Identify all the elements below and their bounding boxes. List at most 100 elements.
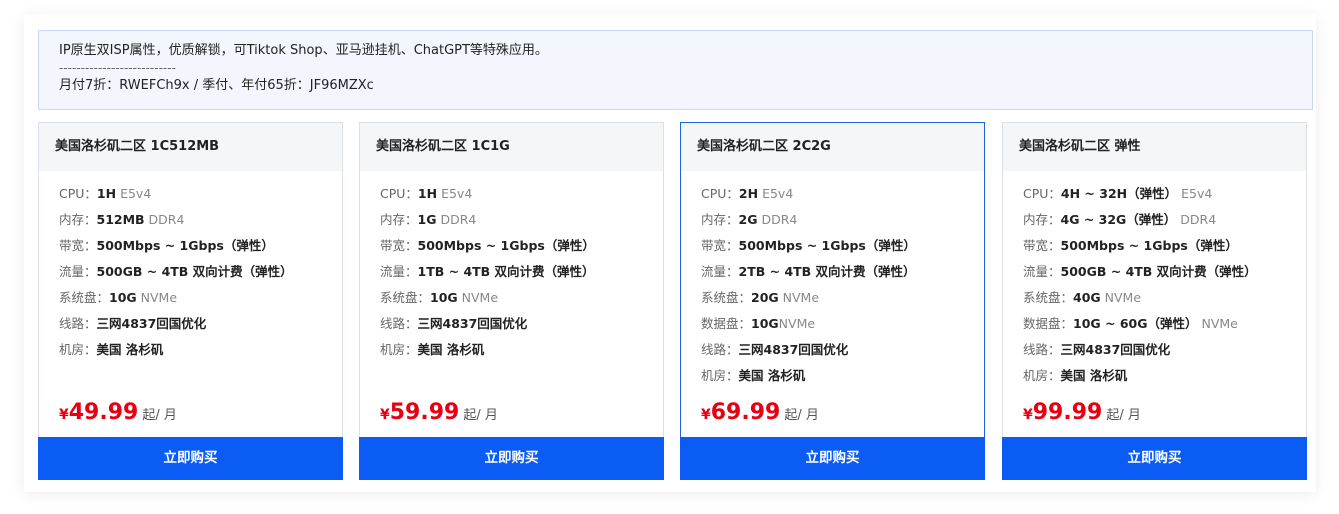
plan-price: ¥69.99 起/ 月 bbox=[701, 400, 819, 425]
spec-list: CPU：1H E5v4 内存：1G DDR4 带宽：500Mbps ~ 1Gbps（… bbox=[360, 171, 663, 363]
spec-value: 4G ~ 32G（弹性） bbox=[1060, 212, 1177, 227]
spec-row: 内存：512MB DDR4 bbox=[59, 207, 322, 233]
plan-title: 美国洛杉矶二区 1C1G bbox=[360, 123, 663, 171]
spec-key: 带宽： bbox=[1023, 238, 1061, 253]
spec-key: CPU： bbox=[380, 186, 418, 201]
spec-row: 线路：三网4837回国优化 bbox=[380, 311, 643, 337]
spec-value: 美国 洛杉矶 bbox=[417, 342, 485, 357]
currency-symbol: ¥ bbox=[701, 407, 711, 423]
spec-key: 机房： bbox=[1023, 368, 1061, 383]
buy-now-button[interactable]: 立即购买 bbox=[359, 437, 664, 480]
spec-row: CPU：2H E5v4 bbox=[701, 181, 964, 207]
spec-row: 带宽：500Mbps ~ 1Gbps（弹性） bbox=[1023, 233, 1286, 259]
spec-row: 机房：美国 洛杉矶 bbox=[1023, 363, 1286, 389]
spec-key: 机房： bbox=[59, 342, 97, 357]
spec-row: 系统盘：10G NVMe bbox=[59, 285, 322, 311]
spec-key: CPU： bbox=[701, 186, 739, 201]
spec-value: 1H bbox=[417, 186, 438, 201]
buy-now-button[interactable]: 立即购买 bbox=[680, 437, 985, 480]
plan-price: ¥59.99 起/ 月 bbox=[380, 400, 498, 425]
spec-value: 10G bbox=[430, 290, 458, 305]
plan-card: 美国洛杉矶二区 1C1G CPU：1H E5v4 内存：1G DDR4 带宽：500M… bbox=[359, 122, 664, 480]
spec-row: 线路：三网4837回国优化 bbox=[701, 337, 964, 363]
spec-key: 机房： bbox=[380, 342, 418, 357]
spec-value: 2G bbox=[738, 212, 758, 227]
spec-row: 流量：500GB ~ 4TB 双向计费（弹性） bbox=[1023, 259, 1286, 285]
spec-key: 流量： bbox=[380, 264, 418, 279]
spec-value: 三网4837回国优化 bbox=[1060, 342, 1171, 357]
spec-suffix: DDR4 bbox=[757, 212, 798, 227]
spec-key: 数据盘： bbox=[1023, 316, 1074, 331]
plan-price: ¥49.99 起/ 月 bbox=[59, 400, 177, 425]
spec-value: 500Mbps ~ 1Gbps（弹性） bbox=[96, 238, 274, 253]
price-amount: 69.99 bbox=[710, 400, 781, 425]
currency-symbol: ¥ bbox=[1023, 407, 1033, 423]
spec-suffix: E5v4 bbox=[1177, 186, 1213, 201]
spec-row: 内存：4G ~ 32G（弹性） DDR4 bbox=[1023, 207, 1286, 233]
spec-row: CPU：1H E5v4 bbox=[380, 181, 643, 207]
price-unit: 起/ 月 bbox=[784, 408, 819, 423]
plan-title: 美国洛杉矶二区 1C512MB bbox=[39, 123, 342, 171]
spec-value: 4H ~ 32H（弹性） bbox=[1060, 186, 1178, 201]
spec-suffix: E5v4 bbox=[437, 186, 473, 201]
plan-price: ¥99.99 起/ 月 bbox=[1023, 400, 1141, 425]
spec-row: 流量：500GB ~ 4TB 双向计费（弹性） bbox=[59, 259, 322, 285]
spec-list: CPU：4H ~ 32H（弹性） E5v4 内存：4G ~ 32G（弹性） DDR… bbox=[1003, 171, 1306, 389]
plan-cards: 美国洛杉矶二区 1C512MB CPU：1H E5v4 内存：512MB DDR4 带… bbox=[38, 122, 1313, 480]
promo-notice: IP原生双ISP属性，优质解锁，可Tiktok Shop、亚马逊挂机、ChatG… bbox=[38, 30, 1313, 110]
spec-row: 线路：三网4837回国优化 bbox=[1023, 337, 1286, 363]
price-unit: 起/ 月 bbox=[463, 408, 498, 423]
spec-suffix: DDR4 bbox=[144, 212, 185, 227]
spec-key: 带宽： bbox=[59, 238, 97, 253]
spec-suffix: DDR4 bbox=[436, 212, 477, 227]
plan-title: 美国洛杉矶二区 弹性 bbox=[1003, 123, 1306, 171]
spec-value: 500Mbps ~ 1Gbps（弹性） bbox=[417, 238, 595, 253]
plan-card: 美国洛杉矶二区 2C2G CPU：2H E5v4 内存：2G DDR4 带宽：500M… bbox=[680, 122, 985, 480]
spec-row: CPU：1H E5v4 bbox=[59, 181, 322, 207]
spec-suffix: NVMe bbox=[778, 316, 816, 331]
buy-now-button[interactable]: 立即购买 bbox=[1002, 437, 1307, 480]
spec-value: 1H bbox=[96, 186, 117, 201]
spec-value: 美国 洛杉矶 bbox=[96, 342, 164, 357]
spec-row: 带宽：500Mbps ~ 1Gbps（弹性） bbox=[701, 233, 964, 259]
spec-value: 2TB ~ 4TB 双向计费（弹性） bbox=[738, 264, 916, 279]
spec-value: 三网4837回国优化 bbox=[96, 316, 207, 331]
spec-row: 线路：三网4837回国优化 bbox=[59, 311, 322, 337]
price-amount: 99.99 bbox=[1032, 400, 1103, 425]
spec-row: 流量：2TB ~ 4TB 双向计费（弹性） bbox=[701, 259, 964, 285]
spec-value: 500Mbps ~ 1Gbps（弹性） bbox=[738, 238, 916, 253]
currency-symbol: ¥ bbox=[380, 407, 390, 423]
spec-row: 系统盘：40G NVMe bbox=[1023, 285, 1286, 311]
spec-key: 机房： bbox=[701, 368, 739, 383]
spec-key: 线路： bbox=[380, 316, 418, 331]
spec-key: 内存： bbox=[380, 212, 418, 227]
spec-row: 数据盘：10GNVMe bbox=[701, 311, 964, 337]
spec-key: 内存： bbox=[59, 212, 97, 227]
spec-row: 机房：美国 洛杉矶 bbox=[380, 337, 643, 363]
spec-value: 10G bbox=[751, 316, 779, 331]
spec-row: 流量：1TB ~ 4TB 双向计费（弹性） bbox=[380, 259, 643, 285]
plan-card: 美国洛杉矶二区 弹性 CPU：4H ~ 32H（弹性） E5v4 内存：4G ~ 3… bbox=[1002, 122, 1307, 480]
buy-now-button[interactable]: 立即购买 bbox=[38, 437, 343, 480]
currency-symbol: ¥ bbox=[59, 407, 69, 423]
spec-value: 三网4837回国优化 bbox=[417, 316, 528, 331]
spec-row: 机房：美国 洛杉矶 bbox=[59, 337, 322, 363]
spec-suffix: NVMe bbox=[778, 290, 820, 305]
plan-card: 美国洛杉矶二区 1C512MB CPU：1H E5v4 内存：512MB DDR4 带… bbox=[38, 122, 343, 480]
spec-key: 流量： bbox=[59, 264, 97, 279]
spec-row: 内存：1G DDR4 bbox=[380, 207, 643, 233]
spec-value: 1G bbox=[417, 212, 437, 227]
price-amount: 59.99 bbox=[389, 400, 460, 425]
pricing-panel: IP原生双ISP属性，优质解锁，可Tiktok Shop、亚马逊挂机、ChatG… bbox=[24, 14, 1316, 492]
spec-row: 机房：美国 洛杉矶 bbox=[701, 363, 964, 389]
spec-key: 带宽： bbox=[701, 238, 739, 253]
spec-key: 数据盘： bbox=[701, 316, 752, 331]
spec-value: 40G bbox=[1073, 290, 1101, 305]
plan-title: 美国洛杉矶二区 2C2G bbox=[681, 123, 984, 171]
spec-row: 带宽：500Mbps ~ 1Gbps（弹性） bbox=[59, 233, 322, 259]
price-amount: 49.99 bbox=[68, 400, 139, 425]
notice-coupon-line: 月付7折：RWEFCh9x / 季付、年付65折：JF96MZXc bbox=[59, 78, 374, 93]
spec-suffix: E5v4 bbox=[758, 186, 794, 201]
spec-row: 数据盘：10G ~ 60G（弹性） NVMe bbox=[1023, 311, 1286, 337]
spec-key: 系统盘： bbox=[380, 290, 431, 305]
